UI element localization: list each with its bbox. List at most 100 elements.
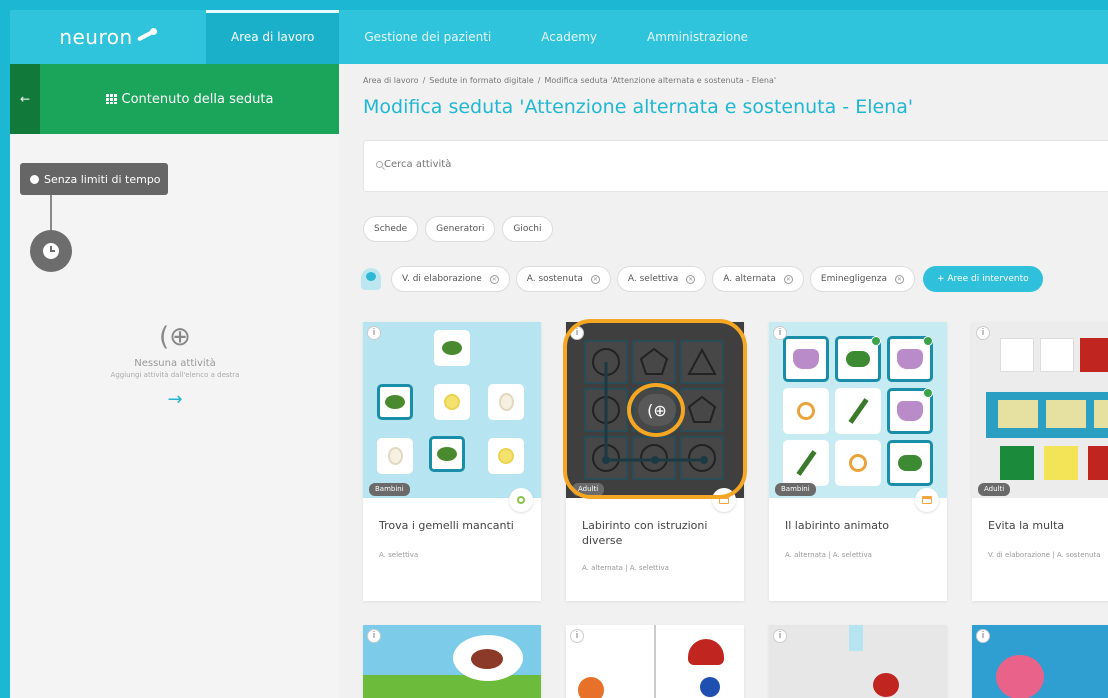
filter-schede[interactable]: Schede bbox=[363, 216, 419, 242]
nav-gestione-pazienti[interactable]: Gestione dei pazienti bbox=[339, 10, 516, 64]
age-badge: Bambini bbox=[369, 483, 410, 496]
grid-item bbox=[783, 388, 829, 434]
clock-icon bbox=[43, 243, 59, 259]
sheet-icon bbox=[719, 496, 729, 504]
add-activity-button[interactable]: (⊕ bbox=[638, 394, 676, 426]
main-content: Area di lavoro / Sedute in formato digital… bbox=[339, 64, 1108, 698]
activity-card[interactable]: i bbox=[769, 625, 947, 698]
activity-thumbnail bbox=[769, 322, 947, 498]
activity-tags: A. alternata | A. selettiva bbox=[582, 564, 669, 572]
remove-chip-icon[interactable]: ✕ bbox=[895, 274, 904, 284]
collapse-back-button[interactable]: ← bbox=[10, 64, 40, 134]
breadcrumb-sedute[interactable]: Sedute in formato digitale bbox=[429, 76, 534, 85]
info-icon[interactable]: i bbox=[367, 326, 381, 340]
remove-chip-icon[interactable]: ✕ bbox=[590, 274, 600, 284]
activity-thumbnail bbox=[363, 625, 541, 698]
timeline-connector bbox=[50, 195, 52, 231]
activity-card[interactable]: i Adulti Evita la multa V. di elaborazio… bbox=[972, 322, 1108, 601]
activity-card[interactable]: i Adulti Labirinto con istruzioni divers… bbox=[566, 322, 744, 601]
info-icon[interactable]: i bbox=[976, 326, 990, 340]
filter-generatori[interactable]: Generatori bbox=[425, 216, 496, 242]
area-chip-selettiva[interactable]: A. selettiva ✕ bbox=[616, 266, 707, 292]
logo-mark-icon bbox=[135, 28, 157, 46]
filter-giochi[interactable]: Giochi bbox=[502, 216, 553, 242]
grid-item bbox=[835, 336, 881, 382]
top-navbar: neuron Area di lavoro Gestione dei pazie… bbox=[10, 10, 1108, 64]
grid-item bbox=[429, 436, 465, 472]
grid-item bbox=[377, 384, 413, 420]
add-area-button[interactable]: + Aree di intervento bbox=[923, 266, 1043, 292]
area-chip-eminegligenza[interactable]: Eminegligenza ✕ bbox=[809, 266, 915, 292]
area-chip-label: Eminegligenza bbox=[820, 274, 887, 284]
police-icon bbox=[1000, 338, 1034, 372]
activity-title: Labirinto con istruzioni diverse bbox=[582, 519, 708, 547]
brain-head-icon bbox=[361, 268, 381, 290]
grid-item bbox=[887, 440, 933, 486]
grid-item bbox=[377, 438, 413, 474]
activity-card[interactable]: i bbox=[972, 625, 1108, 698]
breadcrumb-separator: / bbox=[537, 76, 541, 85]
area-filter-group: V. di elaborazione ✕ A. sostenuta ✕ A. sel… bbox=[361, 266, 1043, 292]
sheet-type-icon bbox=[915, 488, 939, 512]
info-icon[interactable]: i bbox=[367, 629, 381, 643]
timeline-clock-button[interactable] bbox=[30, 230, 72, 272]
age-badge: Adulti bbox=[572, 483, 605, 496]
activity-thumbnail bbox=[769, 625, 947, 698]
activity-thumbnail bbox=[972, 625, 1108, 698]
activity-card[interactable]: i bbox=[566, 625, 744, 698]
activity-card[interactable]: i Bambini Il labirinto animato A. altern… bbox=[769, 322, 947, 601]
search-box[interactable] bbox=[363, 140, 1108, 192]
info-icon[interactable]: i bbox=[570, 326, 584, 340]
car-card-icon bbox=[1080, 338, 1108, 372]
time-limit-pill[interactable]: Senza limiti di tempo bbox=[20, 163, 168, 195]
nav-amministrazione[interactable]: Amministrazione bbox=[622, 10, 773, 64]
area-chip-velocita[interactable]: V. di elaborazione ✕ bbox=[391, 266, 510, 292]
grid-item bbox=[835, 388, 881, 434]
info-icon[interactable]: i bbox=[773, 629, 787, 643]
search-input[interactable] bbox=[384, 159, 884, 170]
age-badge: Adulti bbox=[978, 483, 1011, 496]
area-chip-alternata[interactable]: A. alternata ✕ bbox=[712, 266, 804, 292]
remove-chip-icon[interactable]: ✕ bbox=[489, 274, 499, 284]
breadcrumb-separator: / bbox=[422, 76, 426, 85]
grid-item bbox=[434, 384, 470, 420]
age-badge: Bambini bbox=[775, 483, 816, 496]
target-item bbox=[434, 330, 470, 366]
empty-state: (⊕ Nessuna attività Aggiungi attività da… bbox=[70, 322, 280, 410]
session-content-label: Contenuto della seduta bbox=[121, 91, 274, 107]
info-icon[interactable]: i bbox=[976, 629, 990, 643]
activity-thumbnail bbox=[566, 625, 744, 698]
grid-item bbox=[783, 336, 829, 382]
session-content-tab[interactable]: Contenuto della seduta bbox=[40, 64, 339, 134]
remove-chip-icon[interactable]: ✕ bbox=[783, 274, 793, 284]
red-light bbox=[1088, 446, 1108, 480]
area-chip-sostenuta[interactable]: A. sostenuta ✕ bbox=[515, 266, 611, 292]
activity-tags: A. selettiva bbox=[379, 551, 419, 559]
grid-item bbox=[887, 388, 933, 434]
activity-card[interactable]: i bbox=[363, 625, 541, 698]
person-icon bbox=[1040, 338, 1074, 372]
activity-thumbnail bbox=[363, 322, 541, 498]
activity-tags: V. di elaborazione | A. sostenuta bbox=[988, 551, 1101, 559]
clock-small-icon bbox=[30, 174, 39, 184]
table-icon bbox=[105, 94, 117, 104]
empty-state-title: Nessuna attività bbox=[134, 358, 216, 369]
search-icon bbox=[376, 161, 383, 168]
info-icon[interactable]: i bbox=[773, 326, 787, 340]
logo-text: neuron bbox=[59, 25, 133, 49]
breadcrumb-area-di-lavoro[interactable]: Area di lavoro bbox=[363, 76, 419, 85]
nav-area-di-lavoro[interactable]: Area di lavoro bbox=[206, 10, 340, 64]
remove-chip-icon[interactable]: ✕ bbox=[686, 274, 696, 284]
time-limit-label: Senza limiti di tempo bbox=[44, 172, 161, 186]
page-title: Modifica seduta 'Attenzione alternata e … bbox=[363, 96, 914, 118]
activity-card[interactable]: i Bambini Trova i gemelli mancanti A. se… bbox=[363, 322, 541, 601]
neuron-logo[interactable]: neuron bbox=[10, 10, 206, 64]
left-panel-header: ← Contenuto della seduta bbox=[10, 64, 339, 134]
area-chip-label: V. di elaborazione bbox=[402, 274, 482, 284]
cars-strip bbox=[986, 392, 1108, 438]
area-chip-label: A. alternata bbox=[723, 274, 776, 284]
nav-academy[interactable]: Academy bbox=[516, 10, 622, 64]
info-icon[interactable]: i bbox=[570, 629, 584, 643]
sheet-type-icon bbox=[712, 488, 736, 512]
session-content-panel: ← Contenuto della seduta Senza limiti di… bbox=[10, 64, 339, 698]
